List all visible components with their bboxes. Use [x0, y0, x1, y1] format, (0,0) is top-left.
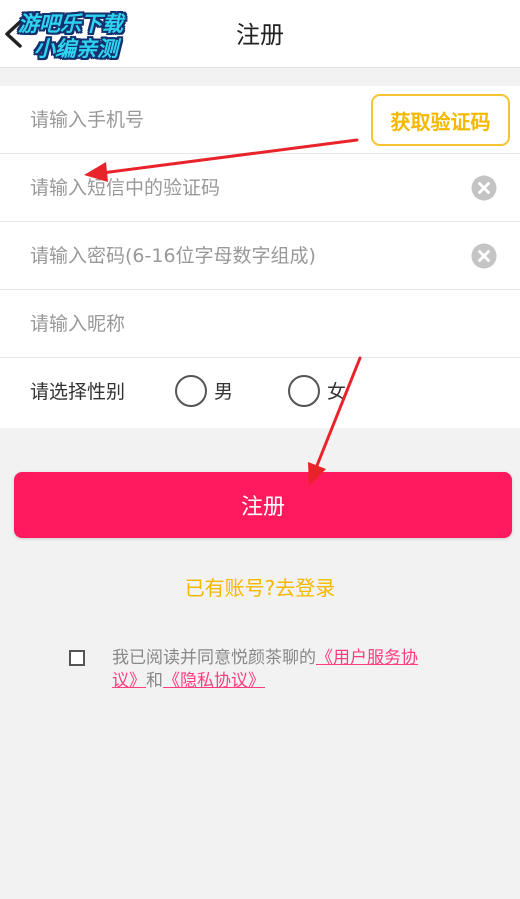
- clear-icon[interactable]: [471, 243, 497, 269]
- register-form: 获取验证码 请选择性别 男 女: [0, 86, 520, 428]
- phone-row: 获取验证码: [0, 86, 520, 154]
- page-title: 注册: [236, 21, 284, 49]
- get-code-button[interactable]: 获取验证码: [371, 94, 510, 146]
- register-button[interactable]: 注册: [14, 472, 512, 538]
- sms-code-input[interactable]: [30, 173, 450, 203]
- sms-code-row: [0, 154, 520, 222]
- phone-input[interactable]: [30, 105, 360, 135]
- app-header: 游吧乐下载 小编亲测 注册: [0, 0, 520, 68]
- clear-icon[interactable]: [471, 175, 497, 201]
- gender-label: 请选择性别: [30, 381, 126, 403]
- gender-male-radio[interactable]: [175, 375, 207, 407]
- agreement-text: 我已阅读并同意悦颜茶聊的《用户服务协议》和《隐私协议》: [112, 647, 442, 693]
- login-link[interactable]: 已有账号?去登录: [0, 574, 520, 602]
- privacy-policy-link[interactable]: 《隐私协议》: [163, 671, 265, 691]
- agreement-checkbox[interactable]: [69, 650, 85, 666]
- nickname-input[interactable]: [30, 309, 450, 339]
- gender-male-label[interactable]: 男: [214, 378, 233, 406]
- password-row: [0, 222, 520, 290]
- agreement-conjunction: 和: [146, 671, 163, 691]
- agreement-prefix: 我已阅读并同意悦颜茶聊的: [112, 648, 316, 668]
- nickname-row: [0, 290, 520, 358]
- gender-row: 请选择性别 男 女: [0, 358, 520, 426]
- gender-female-radio[interactable]: [288, 375, 320, 407]
- gender-female-label[interactable]: 女: [327, 378, 346, 406]
- password-input[interactable]: [30, 241, 450, 271]
